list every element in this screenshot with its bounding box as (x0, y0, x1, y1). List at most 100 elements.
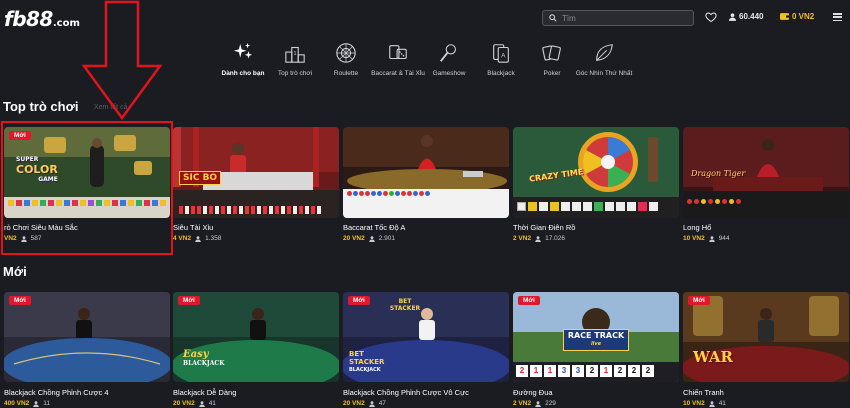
svg-text:1: 1 (293, 51, 296, 57)
category-top-games[interactable]: 1 Top trò chơi (266, 42, 324, 78)
sparkle-icon (233, 42, 253, 59)
game-thumbnail[interactable]: WAR Mới (683, 292, 849, 382)
new-badge: Mới (518, 296, 540, 305)
leaf-icon (596, 44, 613, 61)
category-baccarat-taixiu[interactable]: Baccarat & Tài Xỉu (369, 42, 427, 78)
game-thumbnail[interactable]: CRAZY TIME (513, 127, 679, 218)
new-badge: Mới (348, 296, 370, 305)
easy-blackjack-logo: Easy BLACKJACK (183, 349, 225, 368)
game-thumbnail[interactable]: RACE TRACK live 2 1 1 3 3 2 1 2 2 2 Mới (513, 292, 679, 382)
game-meta: 400 VN2 11 (4, 400, 50, 407)
min-bet: 20 VN2 (343, 400, 365, 407)
min-bet: 2 VN2 (513, 400, 532, 407)
game-meta: 2 VN2 17.026 (513, 235, 565, 242)
site-logo[interactable]: fb88.com (4, 7, 80, 31)
player-count: 11 (43, 400, 51, 407)
podium-icon: 1 (285, 46, 305, 63)
category-gameshow[interactable]: Gameshow (420, 42, 478, 78)
game-title: Chiến Tranh (683, 388, 724, 397)
wallet-balance-value: 0 VN2 (792, 12, 815, 21)
bet-stacker-logo-top: BET STACKER (389, 298, 421, 312)
dragon-tiger-logo: Dragon Tiger (691, 169, 746, 178)
game-meta: 4 VN2 1.358 (173, 235, 221, 242)
player-count: 41 (208, 400, 216, 407)
player-icon (20, 235, 27, 242)
super-color-logo: SUPER COLOR GAME (16, 156, 58, 183)
game-meta: 20 VN2 2.901 (343, 235, 395, 242)
player-count: 41 (718, 400, 726, 407)
game-thumbnail[interactable] (343, 127, 509, 218)
top-bar: fb88.com 60.440 0 VN2 (0, 0, 850, 36)
bet-stacker-logo: BET STACKER BLACKJACK (349, 350, 385, 373)
player-count: 587 (30, 235, 42, 242)
game-title: Siêu Tài Xỉu (173, 223, 214, 232)
game-title: Baccarat Tốc Độ A (343, 223, 406, 232)
game-thumbnail[interactable]: Dragon Tiger (683, 127, 849, 218)
online-users-count: 60.440 (739, 12, 764, 21)
min-bet: 10 VN2 (683, 400, 705, 407)
menu-button[interactable] (833, 13, 842, 22)
category-nav: Dành cho bạn 1 Top trò chơi Roulette Bac… (0, 42, 850, 94)
player-icon (198, 400, 205, 407)
player-count: 47 (378, 400, 386, 407)
result-history (687, 199, 845, 211)
min-bet: 10 VN2 (683, 235, 705, 242)
game-meta: 20 VN2 47 (343, 400, 386, 407)
game-title: Blackjack Dễ Dàng (173, 388, 237, 397)
player-icon (535, 400, 541, 407)
dice-result-strip (173, 202, 339, 218)
player-icon (708, 400, 715, 407)
search-box[interactable] (542, 10, 694, 26)
wallet-icon (780, 13, 789, 20)
sicbo-logo: SIC BO (179, 171, 222, 185)
player-icon (708, 235, 715, 242)
game-title: Đường Đua (513, 388, 553, 397)
min-bet: 4 VN2 (173, 235, 192, 242)
bead-road (347, 191, 505, 216)
game-title: Long Hổ (683, 223, 712, 232)
category-poker[interactable]: Poker (523, 42, 581, 78)
wallet-balance[interactable]: 0 VN2 (780, 12, 814, 21)
player-icon (33, 400, 40, 407)
section-title-new-games: Mới (3, 264, 27, 279)
min-bet: 20 VN2 (343, 235, 365, 242)
player-count: 2.901 (378, 235, 395, 242)
category-roulette[interactable]: Roulette (317, 42, 375, 78)
game-title: rò Chơi Siêu Màu Sắc (4, 223, 78, 232)
user-icon (729, 12, 736, 21)
game-thumbnail[interactable]: SUPER COLOR GAME Mới (4, 127, 170, 218)
result-history (517, 202, 675, 212)
game-title: Blackjack Chồng Phỉnh Cược Vô Cực (343, 388, 469, 397)
game-thumbnail[interactable]: BET STACKER BET STACKER BLACKJACK Mới (343, 292, 509, 382)
new-badge: Mới (9, 296, 31, 305)
svg-text:A: A (501, 53, 506, 60)
player-icon (368, 400, 375, 407)
game-thumbnail[interactable]: Easy BLACKJACK Mới (173, 292, 339, 382)
game-thumbnail[interactable]: Mới (4, 292, 170, 382)
min-bet: 2 VN2 (513, 235, 532, 242)
category-first-person[interactable]: Góc Nhìn Thứ Nhất (575, 42, 633, 78)
new-badge: Mới (178, 296, 200, 305)
player-count: 229 (545, 400, 556, 407)
new-badge: Mới (9, 131, 31, 140)
player-icon (368, 235, 375, 242)
dice-cards-icon (389, 45, 407, 60)
new-badge: Mới (688, 296, 710, 305)
heart-icon[interactable] (705, 11, 717, 23)
war-logo: WAR (693, 348, 733, 366)
player-icon (535, 235, 541, 242)
microphone-icon (440, 44, 456, 62)
category-blackjack[interactable]: A Blackjack (472, 42, 530, 78)
game-meta: 20 VN2 41 (173, 400, 216, 407)
game-meta: 10 VN2 41 (683, 400, 726, 407)
see-all-link[interactable]: Xem tất cả (94, 104, 127, 111)
race-track-logo: RACE TRACK live (563, 329, 629, 351)
min-bet: 400 VN2 (4, 400, 30, 407)
search-input[interactable] (562, 13, 682, 23)
game-meta: 2 VN2 229 (513, 400, 556, 407)
search-icon (549, 14, 557, 22)
game-title: Blackjack Chồng Phỉnh Cược 4 (4, 388, 109, 397)
category-for-you[interactable]: Dành cho bạn (214, 42, 272, 78)
game-meta: 10 VN2 944 (683, 235, 730, 242)
game-thumbnail[interactable]: SIC BO (173, 127, 339, 218)
